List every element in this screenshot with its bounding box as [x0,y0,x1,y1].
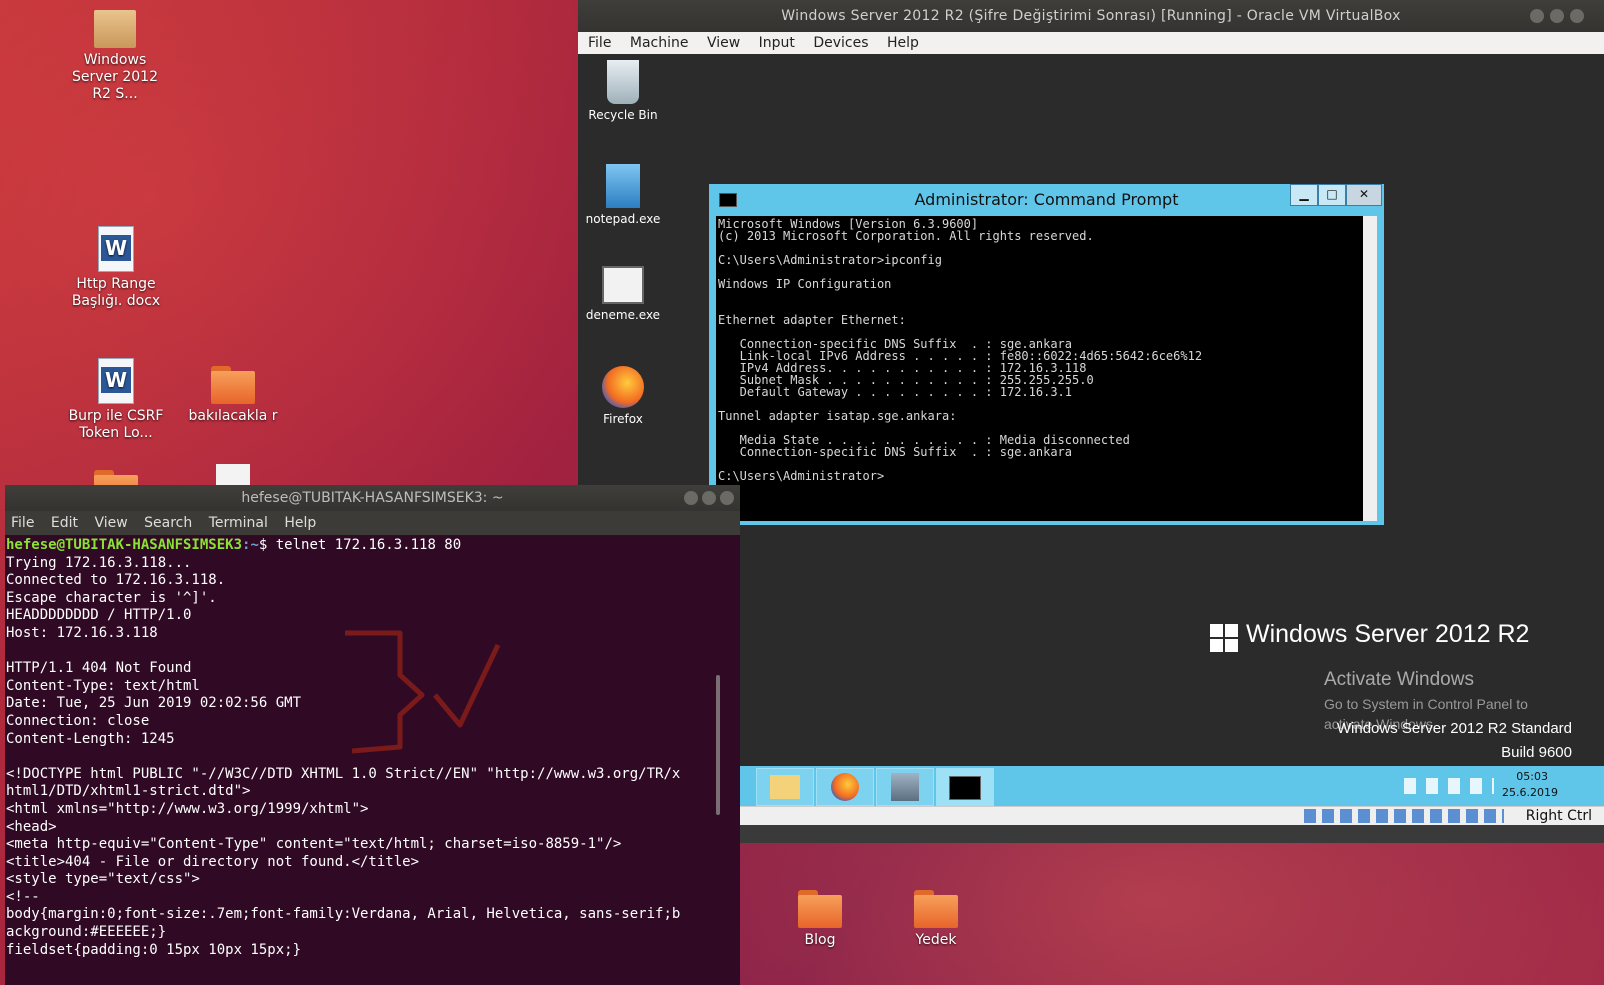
vbox-status-icons[interactable] [1304,809,1504,823]
terminal-menu-help[interactable]: Help [284,515,316,531]
terminal-close-button[interactable] [720,491,734,505]
tray-icons[interactable] [1404,778,1494,794]
desktop-icon-label: bakılacakla r [188,408,278,424]
taskbar-firefox[interactable] [816,768,874,806]
folder-icon [211,366,255,404]
desktop-icon-label: Windows Server 2012 R2 S... [72,52,158,102]
guest-icon-label: notepad.exe [585,212,661,226]
vbox-menubar: File Machine View Input Devices Help [578,32,1604,54]
build-text: Build 9600 [1501,744,1572,761]
cmd-titlebar[interactable]: Administrator: Command Prompt ▁ □ ✕ [709,184,1384,216]
desktop-icon-label: Blog [804,932,836,948]
terminal-command: $ telnet 172.16.3.118 80 [258,537,462,553]
desktop-icon-vm[interactable]: Windows Server 2012 R2 S... [65,10,165,103]
terminal-menu-search[interactable]: Search [144,515,192,531]
guest-icon-deneme[interactable]: deneme.exe [578,266,668,322]
recycle-bin-icon [607,60,639,104]
host-key-label: Right Ctrl [1525,808,1592,824]
cmd-scrollbar[interactable] [1363,216,1377,521]
cmd-maximize-button[interactable]: □ [1318,184,1346,206]
handwritten-annotation [345,630,501,754]
word-document-icon: W [98,226,134,272]
firefox-icon [602,366,644,408]
windows-branding: Windows Server 2012 R2 [1246,620,1530,648]
guest-icon-label: Recycle Bin [588,108,658,122]
cmd-window-title: Administrator: Command Prompt [914,190,1179,209]
taskbar-cmd[interactable] [936,768,994,806]
cmd-minimize-button[interactable]: ▁ [1290,184,1318,206]
desktop-icon-label: Yedek [915,932,957,948]
prompt-user: hefese@TUBITAK-HASANFSIMSEK3 [6,537,243,553]
folder-icon [914,890,958,928]
vbox-statusbar: Right Ctrl [738,806,1604,825]
menu-devices[interactable]: Devices [813,35,868,51]
edition-text: Windows Server 2012 R2 Standard [1336,720,1572,737]
package-icon [94,10,136,48]
guest-icon-firefox[interactable]: Firefox [578,366,668,426]
taskbar-server-manager[interactable] [876,768,934,806]
desktop-icon-http-range-docx[interactable]: W Http Range Başlığı. docx [66,226,166,310]
terminal-menu-file[interactable]: File [11,515,34,531]
guest-icon-recycle-bin[interactable]: Recycle Bin [578,60,668,122]
desktop-icon-blog[interactable]: Blog [770,890,870,949]
guest-icon-notepad[interactable]: notepad.exe [578,164,668,226]
menu-input[interactable]: Input [759,35,795,51]
terminal-scrollbar[interactable] [716,675,720,815]
folder-icon [770,775,800,799]
vbox-window-title: Windows Server 2012 R2 (Şifre Değiştirim… [781,8,1401,24]
close-button[interactable] [1570,9,1584,23]
vbox-titlebar[interactable]: Windows Server 2012 R2 (Şifre Değiştirim… [578,0,1604,32]
desktop-icon-yedek[interactable]: Yedek [886,890,986,949]
cmd-output[interactable]: Microsoft Windows [Version 6.3.9600] (c)… [716,216,1364,521]
cmd-icon [949,776,981,800]
terminal-maximize-button[interactable] [702,491,716,505]
guest-taskbar: 05:03 25.6.2019 [738,766,1604,806]
desktop-icon-burp-csrf[interactable]: W Burp ile CSRF Token Lo... [66,358,166,442]
minimize-button[interactable] [1530,9,1544,23]
desktop-icon-label: Burp ile CSRF Token Lo... [68,408,164,441]
word-document-icon: W [98,358,134,404]
tray-clock-date[interactable]: 25.6.2019 [1502,786,1558,799]
server-manager-icon [891,773,919,801]
terminal-menu-edit[interactable]: Edit [51,515,78,531]
menu-view[interactable]: View [707,35,740,51]
notepad-icon [606,164,640,208]
terminal-window[interactable]: hefese@TUBITAK-HASANFSIMSEK3: ~ File Edi… [5,485,740,985]
prompt-path: :~ [242,537,259,553]
menu-help[interactable]: Help [887,35,919,51]
menu-machine[interactable]: Machine [630,35,689,51]
cmd-close-button[interactable]: ✕ [1346,184,1382,206]
desktop-icon-label: Http Range Başlığı. docx [71,276,161,309]
desktop-icon-bakilacaklar[interactable]: bakılacakla r [183,366,283,425]
maximize-button[interactable] [1550,9,1564,23]
terminal-menu-view[interactable]: View [94,515,127,531]
guest-icon-label: deneme.exe [585,308,661,322]
command-prompt-window[interactable]: Administrator: Command Prompt ▁ □ ✕ Micr… [709,184,1384,525]
activate-title: Activate Windows [1324,669,1474,690]
terminal-minimize-button[interactable] [684,491,698,505]
tray-clock-time[interactable]: 05:03 [1516,770,1548,783]
guest-icon-label: Firefox [603,412,643,426]
application-window-icon [602,266,644,304]
cmd-icon [719,193,737,207]
terminal-titlebar[interactable]: hefese@TUBITAK-HASANFSIMSEK3: ~ [5,485,740,511]
menu-file[interactable]: File [588,35,611,51]
terminal-window-title: hefese@TUBITAK-HASANFSIMSEK3: ~ [241,490,504,506]
terminal-menu-terminal[interactable]: Terminal [209,515,268,531]
terminal-menubar: File Edit View Search Terminal Help [5,511,740,535]
folder-icon [798,890,842,928]
taskbar-explorer[interactable] [756,768,814,806]
firefox-icon [831,773,859,801]
windows-logo-icon [1210,624,1238,652]
